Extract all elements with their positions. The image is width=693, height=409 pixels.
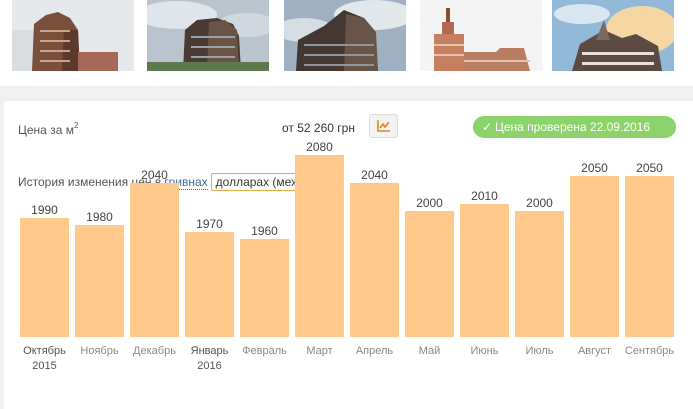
bar-value-label: 2050 bbox=[581, 161, 608, 175]
building-photo-2[interactable] bbox=[147, 0, 269, 71]
bar-Сентябрь[interactable] bbox=[625, 176, 674, 337]
month-label: Апрель bbox=[356, 345, 394, 357]
month-label: Май bbox=[419, 345, 441, 357]
month-label: Ноябрь bbox=[80, 345, 118, 357]
bar-value-label: 2050 bbox=[636, 161, 663, 175]
month-label: Декабрь bbox=[133, 345, 176, 357]
bar-value-label: 1970 bbox=[196, 217, 223, 231]
bar-Август[interactable] bbox=[570, 176, 619, 337]
bar-value-label: 2000 bbox=[526, 196, 553, 210]
building-photo-3[interactable] bbox=[284, 0, 406, 71]
building-photo-5[interactable] bbox=[552, 0, 674, 71]
year-label: 2015 bbox=[32, 360, 56, 372]
month-label: Сентябрь bbox=[625, 345, 675, 357]
bar-value-label: 2010 bbox=[471, 189, 498, 203]
building-photo-4[interactable] bbox=[420, 0, 542, 71]
month-label: Июль bbox=[525, 345, 553, 357]
bar-value-label: 2040 bbox=[141, 168, 168, 182]
month-label: Октябрь bbox=[23, 345, 66, 357]
bar-value-label: 2040 bbox=[361, 168, 388, 182]
month-label: Февраль bbox=[242, 345, 287, 357]
bar-Май[interactable] bbox=[405, 211, 454, 337]
year-label: 2016 bbox=[197, 360, 221, 372]
month-label: Январь bbox=[191, 345, 229, 357]
bar-value-label: 2080 bbox=[306, 140, 333, 154]
month-label: Август bbox=[578, 345, 611, 357]
bar-value-label: 1980 bbox=[86, 210, 113, 224]
price-panel: Цена за м2 от 52 260 грн ✓ Цена проверен… bbox=[4, 101, 693, 409]
bar-Апрель[interactable] bbox=[350, 183, 399, 337]
photo-gallery bbox=[0, 0, 693, 86]
bar-Март[interactable] bbox=[295, 155, 344, 337]
bar-Июль[interactable] bbox=[515, 211, 564, 337]
bar-Октябрь[interactable] bbox=[20, 218, 69, 337]
bar-Ноябрь[interactable] bbox=[75, 225, 124, 337]
bar-value-label: 1960 bbox=[251, 224, 278, 238]
bar-Январь[interactable] bbox=[185, 232, 234, 337]
bar-value-label: 1990 bbox=[31, 203, 58, 217]
price-history-chart: 1990 Октябрь 2015 1980 Ноябрь 2040 Декабрь 1970… bbox=[20, 140, 675, 372]
month-label: Март bbox=[306, 345, 332, 357]
bar-Февраль[interactable] bbox=[240, 239, 289, 337]
bar-Июнь[interactable] bbox=[460, 204, 509, 337]
bar-value-label: 2000 bbox=[416, 196, 443, 210]
bar-Декабрь[interactable] bbox=[130, 183, 179, 337]
building-photo-1[interactable] bbox=[12, 0, 134, 71]
month-label: Июнь bbox=[471, 345, 499, 357]
